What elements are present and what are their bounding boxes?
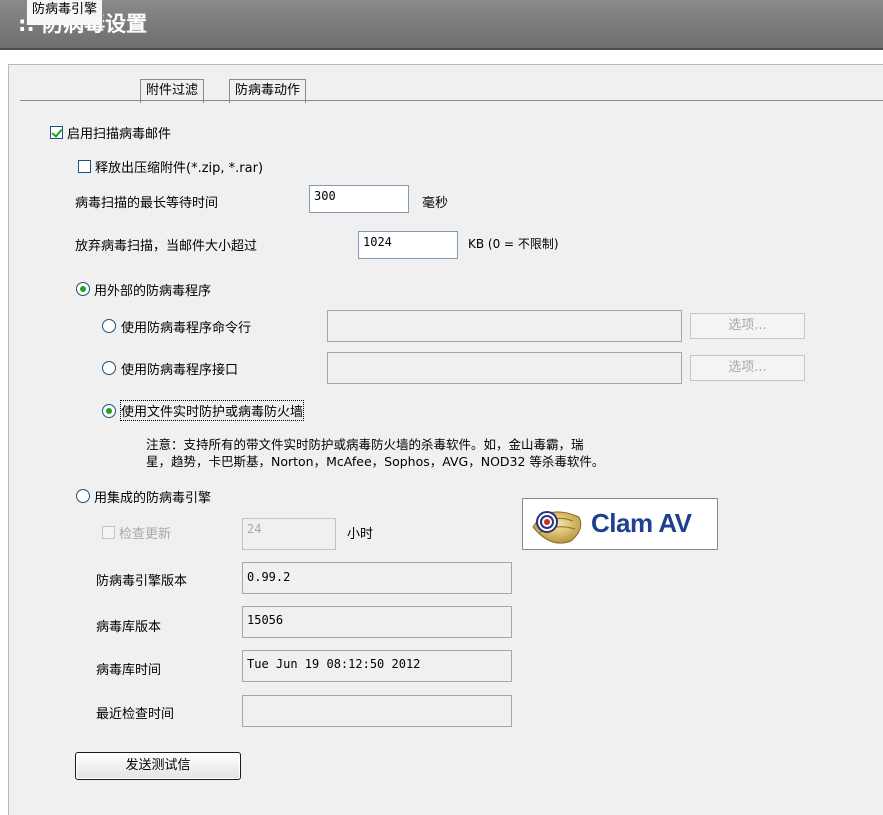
external-av-radio[interactable]	[76, 282, 90, 296]
engine-version-field: 0.99.2	[242, 562, 512, 594]
last-check-field	[242, 695, 512, 727]
check-update-label: 检查更新	[119, 527, 172, 542]
last-check-label: 最近检查时间	[96, 707, 175, 722]
unzip-label: 释放出压缩附件(*.zip, *.rar)	[95, 161, 264, 176]
page-title: :: 防病毒设置	[0, 0, 883, 50]
enable-scan-label: 启用扫描病毒邮件	[67, 127, 172, 142]
update-interval-unit: 小时	[347, 527, 374, 542]
cmdline-radio[interactable]	[102, 319, 116, 333]
integrated-engine-radio[interactable]	[76, 489, 90, 503]
db-time-label: 病毒库时间	[96, 663, 162, 678]
send-test-button[interactable]: 发送测试信	[75, 752, 241, 780]
tab-divider	[20, 100, 883, 101]
db-version-field: 15056	[242, 606, 512, 638]
check-update-checkbox[interactable]	[102, 526, 115, 539]
integrated-engine-label: 用集成的防病毒引擎	[94, 491, 212, 506]
realtime-radio[interactable]	[102, 404, 116, 418]
db-time-field: Tue Jun 19 08:12:50 2012	[242, 650, 512, 682]
enable-scan-checkbox[interactable]	[50, 126, 63, 139]
clamav-shell-icon	[532, 511, 582, 544]
max-wait-unit: 毫秒	[422, 196, 449, 211]
skip-size-input[interactable]: 1024	[358, 231, 458, 259]
skip-size-unit: KB (0 = 不限制)	[468, 237, 559, 251]
realtime-label: 使用文件实时防护或病毒防火墙	[119, 400, 305, 421]
interface-options-button[interactable]: 选项...	[690, 355, 805, 381]
engine-version-label: 防病毒引擎版本	[96, 574, 188, 589]
cmdline-label: 使用防病毒程序命令行	[121, 321, 252, 336]
interface-input[interactable]	[327, 352, 682, 384]
update-interval-input[interactable]: 24	[242, 518, 336, 550]
interface-radio[interactable]	[102, 361, 116, 375]
tab-antivirus-engine[interactable]: 防病毒引擎	[26, 0, 104, 25]
skip-size-label: 放弃病毒扫描，当邮件大小超过	[75, 239, 258, 254]
max-wait-input[interactable]: 300	[309, 185, 409, 213]
db-version-label: 病毒库版本	[96, 620, 162, 635]
cmdline-options-button[interactable]: 选项...	[690, 313, 805, 339]
cmdline-input[interactable]	[327, 310, 682, 342]
note-line-2: 星，趋势，卡巴斯基，Norton，McAfee，Sophos，AVG，NOD32…	[146, 454, 605, 469]
external-av-label: 用外部的防病毒程序	[94, 284, 212, 299]
max-wait-label: 病毒扫描的最长等待时间	[75, 196, 219, 211]
unzip-checkbox[interactable]	[78, 160, 91, 173]
clamav-logo-text: Clam AV	[591, 508, 692, 538]
clamav-logo: Clam AV	[522, 498, 718, 550]
interface-label: 使用防病毒程序接口	[121, 363, 239, 378]
